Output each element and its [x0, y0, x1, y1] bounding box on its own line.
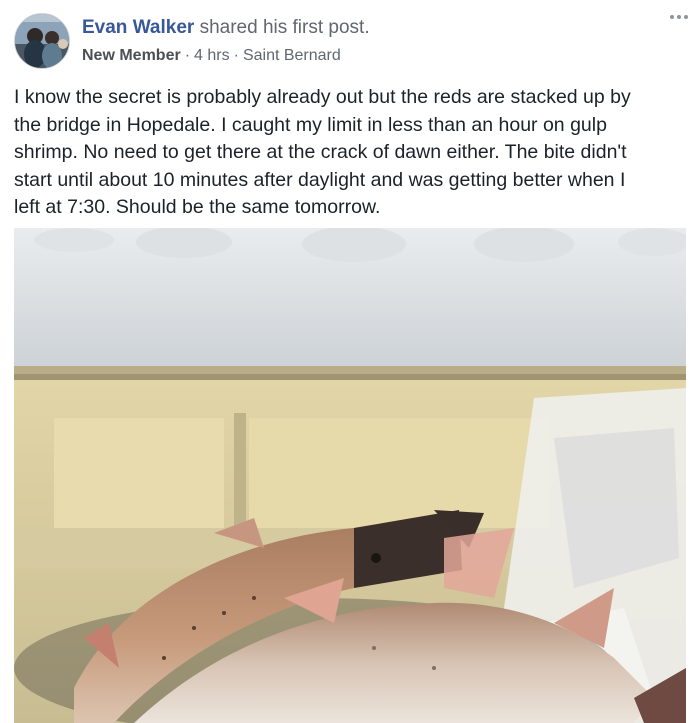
fish-in-cooler-image [14, 228, 686, 723]
more-options-button[interactable] [666, 8, 692, 26]
post-location-link[interactable]: Saint Bernard [243, 47, 341, 64]
post-header: Evan Walker shared his first post. [82, 16, 370, 40]
author-name-link[interactable]: Evan Walker [82, 17, 194, 38]
avatar[interactable] [14, 13, 70, 69]
separator-dot: · [184, 47, 191, 64]
member-badge[interactable]: New Member [82, 47, 181, 64]
post-action-text: shared his first post. [199, 17, 370, 38]
post-photo[interactable] [14, 228, 686, 723]
post-card: Evan Walker shared his first post. New M… [0, 0, 700, 723]
more-options-icon [670, 15, 688, 19]
post-meta: New Member · 4 hrs · Saint Bernard [82, 45, 341, 67]
avatar-photo [15, 14, 69, 68]
post-body-text: I know the secret is probably already ou… [14, 86, 631, 218]
separator-dot: · [233, 47, 239, 64]
post-timestamp[interactable]: 4 hrs [194, 47, 230, 64]
